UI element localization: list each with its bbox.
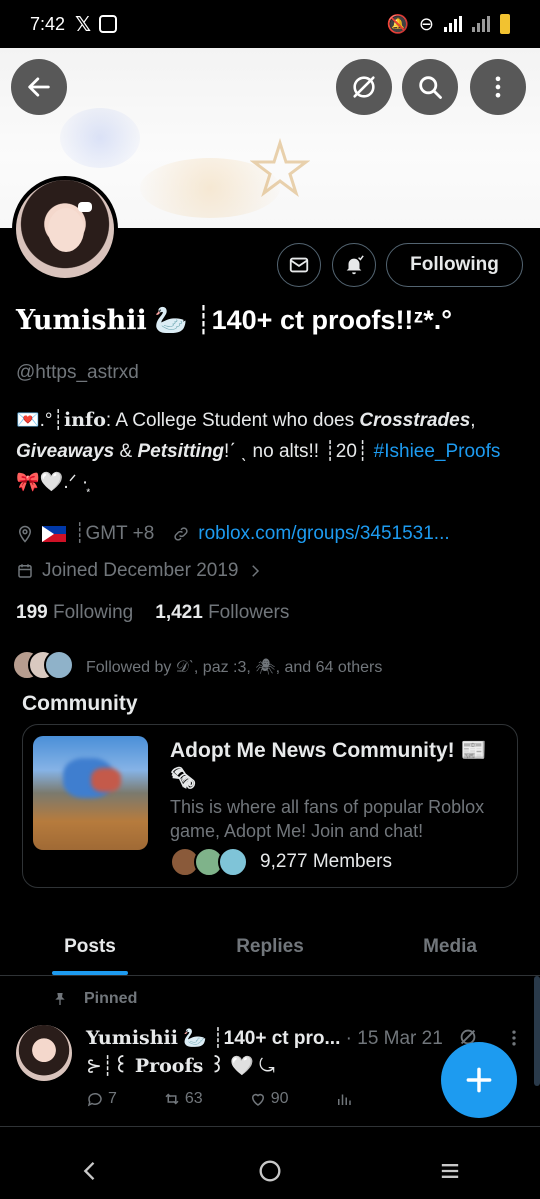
community-card[interactable]: Adopt Me News Community! 📰 🗞 This is whe… — [22, 724, 518, 888]
following-count-link[interactable]: 199 Following — [16, 602, 133, 624]
system-back-icon[interactable] — [76, 1157, 104, 1185]
mail-icon — [289, 257, 309, 273]
tab-replies[interactable]: Replies — [180, 918, 360, 975]
more-vertical-icon — [495, 76, 501, 98]
star-doodle-icon — [250, 138, 310, 198]
views-button[interactable] — [335, 1090, 357, 1108]
profile-avatar[interactable] — [12, 176, 118, 282]
compose-button[interactable] — [441, 1042, 517, 1118]
search-icon — [419, 76, 442, 99]
display-name: Yumishii 🦢 ┊140+ ct proofs!!ᶻ*.° — [16, 304, 452, 336]
profile-tabs: Posts Replies Media — [0, 918, 540, 976]
active-tab-indicator — [52, 971, 128, 975]
following-button[interactable]: Following — [386, 243, 523, 287]
website-link[interactable]: roblox.com/groups/3451531... — [198, 523, 449, 545]
app-notification-icon — [99, 15, 118, 33]
post-text: ⊱┊꒰ Proofs ꒱ 🤍 ⤿ — [86, 1055, 275, 1077]
members-count: 9,277 Members — [260, 851, 393, 872]
message-button[interactable] — [277, 243, 321, 287]
signal-2-icon — [472, 16, 490, 32]
arrow-left-icon — [28, 77, 50, 97]
reply-button[interactable]: 7 — [86, 1090, 117, 1108]
system-recents-icon[interactable] — [436, 1157, 464, 1185]
bio: 💌.°┊info: A College Student who does Cro… — [16, 409, 501, 493]
system-nav-bar — [0, 1142, 540, 1199]
followers-count-link[interactable]: 1,421 Followers — [155, 602, 289, 624]
location-text: ┊GMT +8 — [74, 523, 155, 544]
community-members: 9,277 Members — [170, 847, 392, 877]
avatar — [44, 650, 74, 680]
pin-icon — [55, 993, 65, 1005]
signal-icon — [444, 16, 462, 32]
more-button[interactable] — [470, 59, 526, 115]
community-description: This is where all fans of popular Roblox… — [170, 797, 485, 841]
bell-check-icon — [346, 255, 364, 275]
philippines-flag-icon — [42, 525, 66, 542]
analytics-icon — [337, 1094, 351, 1105]
system-home-icon[interactable] — [256, 1157, 284, 1185]
display-name-part-a: Yumishii — [16, 305, 147, 336]
post-author-name: Yumishii — [86, 1027, 178, 1049]
dnd-icon: ⊖ — [418, 13, 434, 34]
search-button[interactable] — [402, 59, 458, 115]
status-bar: 7:42 𝕏 🔕 ⊖ — [0, 0, 540, 48]
heart-icon — [251, 1093, 264, 1106]
like-button[interactable]: 90 — [249, 1090, 289, 1108]
avatar — [218, 847, 248, 877]
scrollbar[interactable] — [534, 976, 540, 1086]
chevron-right-icon — [252, 565, 260, 577]
battery-icon — [500, 14, 510, 34]
post-date: · 15 Mar 21 — [345, 1028, 443, 1049]
followers-avatars — [12, 650, 76, 684]
followed-by-text: Followed by 𝒟ˋ, paz :3, 🕷, and 64 others — [86, 659, 383, 676]
community-section-title: Community — [22, 692, 138, 715]
repost-button[interactable]: 63 — [163, 1090, 203, 1108]
x-app-icon: 𝕏 — [75, 13, 92, 36]
post-author-avatar[interactable] — [16, 1025, 72, 1081]
post-actions: 7 63 90 — [86, 1090, 357, 1108]
tab-posts[interactable]: Posts — [0, 918, 180, 975]
post-more-icon[interactable] — [504, 1028, 524, 1048]
mute-icon: 🔕 — [386, 13, 409, 34]
joined-row[interactable]: Joined December 2019 — [16, 560, 264, 582]
display-name-part-b: 🦢 ┊140+ ct proofs!! — [154, 305, 414, 335]
repost-icon — [165, 1093, 179, 1105]
member-avatars — [170, 847, 250, 877]
status-time: 7:42 — [30, 13, 66, 34]
grok-icon — [353, 76, 375, 98]
back-button[interactable] — [11, 59, 67, 115]
plus-icon — [466, 1067, 492, 1093]
joined-text: Joined December 2019 — [42, 560, 239, 581]
post-author-name-suffix: 🦢 ┊140+ ct pro... — [183, 1028, 341, 1049]
link-icon — [174, 526, 188, 541]
display-name-part-c: ᶻ*.° — [413, 305, 452, 335]
reply-icon — [87, 1092, 102, 1107]
community-image — [33, 736, 148, 850]
follow-counts: 199 Following 1,421 Followers — [16, 602, 289, 624]
location-pin-icon — [18, 525, 32, 543]
pinned-label: Pinned — [52, 990, 137, 1008]
grok-button[interactable] — [336, 59, 392, 115]
calendar-icon — [18, 564, 32, 578]
handle: @https_astrxd — [16, 362, 139, 383]
location-row: ┊GMT +8 roblox.com/groups/3451531... — [16, 522, 450, 545]
post-header[interactable]: Yumishii 🦢 ┊140+ ct pro... · 15 Mar 21 — [86, 1026, 443, 1050]
hashtag-link[interactable]: #Ishiee_Proofs — [374, 441, 501, 462]
community-name: Adopt Me News Community! 📰 🗞 — [170, 739, 487, 790]
tab-media[interactable]: Media — [360, 918, 540, 975]
followed-by[interactable]: Followed by 𝒟ˋ, paz :3, 🕷, and 64 others — [12, 650, 382, 684]
notifications-button[interactable] — [332, 243, 376, 287]
